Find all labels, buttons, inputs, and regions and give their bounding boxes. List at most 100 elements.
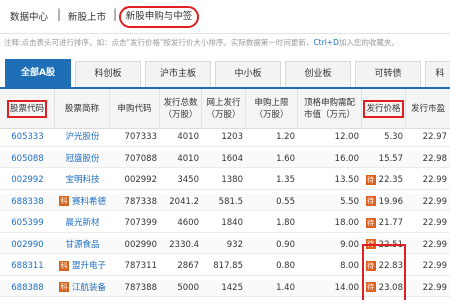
- column-header-online-issue[interactable]: 网上发行 （万股）: [202, 89, 246, 129]
- cell-online-issue: 1380: [202, 172, 246, 189]
- cell-online-issue-text: 581.5: [218, 196, 243, 207]
- cell-issue-pe-text: 22.99: [422, 239, 447, 250]
- cell-stock-name-text[interactable]: 赛科希德: [72, 197, 106, 207]
- cell-required-market-cap-text: 8.00: [340, 261, 359, 271]
- cell-total-issue: 2041.2: [160, 194, 202, 211]
- cell-subscribe-limit-text: 1.80: [276, 218, 295, 228]
- cell-stock-code[interactable]: 688338: [0, 194, 55, 211]
- column-header-subscribe-limit[interactable]: 申购上限 （万股）: [246, 89, 298, 129]
- cell-required-market-cap: 12.00: [298, 129, 362, 146]
- cell-total-issue: 3450: [160, 172, 202, 189]
- cell-required-market-cap-text: 5.50: [340, 196, 359, 207]
- cell-required-market-cap: 5.50: [298, 194, 362, 211]
- cell-subscribe-code: 002992: [110, 172, 160, 189]
- column-header-issue-pe[interactable]: 发行市盈: [406, 89, 450, 129]
- tab-all-a-shares[interactable]: 全部A股: [5, 59, 71, 87]
- market-tabs: 全部A股 科创板 沪市主板 中小板 创业板 可转债 科: [0, 57, 450, 87]
- column-header-stock-code[interactable]: 股票代码: [0, 89, 55, 129]
- cell-total-issue: 4600: [160, 215, 202, 232]
- cell-required-market-cap: 13.50: [298, 172, 362, 189]
- tab-sh-main-board[interactable]: 沪市主板: [145, 61, 211, 87]
- column-header-subscribe-code[interactable]: 申购代码: [110, 89, 160, 129]
- cell-stock-code-text[interactable]: 002992: [11, 175, 43, 185]
- cell-subscribe-limit: 0.55: [246, 194, 298, 211]
- cell-subscribe-limit-text: 1.20: [276, 132, 295, 142]
- cell-stock-name-text[interactable]: 晨光新材: [65, 218, 99, 228]
- breadcrumb-current-page: 新股申购与中签: [119, 6, 199, 28]
- cell-total-issue-text: 2867: [177, 261, 199, 271]
- cell-stock-code[interactable]: 688388: [0, 280, 55, 297]
- cell-stock-code[interactable]: 605399: [0, 215, 55, 232]
- tab-more[interactable]: 科: [425, 61, 450, 87]
- cell-total-issue-text: 4010: [177, 132, 199, 142]
- cell-stock-name-text[interactable]: 盟升电子: [72, 261, 106, 271]
- cell-subscribe-code: 707088: [110, 151, 160, 168]
- cell-stock-code[interactable]: 002992: [0, 172, 55, 189]
- tab-convertible-bonds[interactable]: 可转债: [355, 61, 421, 87]
- cell-subscribe-limit-text: 1.35: [276, 175, 295, 185]
- cell-required-market-cap: 16.00: [298, 151, 362, 168]
- tab-chinext[interactable]: 创业板: [285, 61, 351, 87]
- cell-stock-code[interactable]: 605333: [0, 129, 55, 146]
- column-header-issue-price[interactable]: 发行价格: [362, 89, 406, 129]
- cell-stock-code-text[interactable]: 605333: [11, 132, 43, 142]
- cell-stock-code-text[interactable]: 688311: [11, 261, 43, 271]
- cell-issue-pe: 22.99: [406, 258, 450, 275]
- cell-issue-price: 15.57: [362, 151, 406, 168]
- column-header-total-issue[interactable]: 发行总数 （万股）: [160, 89, 202, 129]
- cell-stock-code-text[interactable]: 688338: [11, 197, 43, 207]
- cell-issue-pe-text: 22.99: [422, 175, 447, 185]
- cell-stock-name[interactable]: 科赛科希德: [55, 194, 110, 211]
- cell-total-issue-text: 2041.2: [169, 196, 199, 207]
- cell-stock-code-text[interactable]: 688388: [11, 283, 43, 293]
- cell-stock-code-text[interactable]: 002990: [11, 240, 43, 250]
- cell-online-issue-text: 1425: [221, 282, 243, 293]
- cell-stock-name[interactable]: 晨光新材: [55, 215, 110, 232]
- cell-stock-code[interactable]: 688311: [0, 258, 55, 275]
- tab-star-market[interactable]: 科创板: [75, 61, 141, 87]
- cell-stock-name-text[interactable]: 冠盛股份: [65, 154, 99, 164]
- ipo-table: 股票代码 股票简称 申购代码 发行总数 （万股） 网上发行 （万股） 申购上限 …: [0, 87, 450, 300]
- cell-stock-name[interactable]: 沪光股份: [55, 129, 110, 146]
- cell-total-issue-text: 4010: [177, 153, 199, 164]
- cell-issue-pe: 22.99: [406, 237, 450, 254]
- cell-stock-code[interactable]: 002990: [0, 237, 55, 254]
- breadcrumb-item-new-listing[interactable]: 新股上市: [68, 9, 106, 23]
- cell-subscribe-limit: 1.80: [246, 215, 298, 232]
- table-row: 002992 宝明科技 002992 3450 1380 1.35 13.50 待 22.35 2…: [0, 172, 450, 190]
- cell-online-issue: 1840: [202, 215, 246, 232]
- cell-total-issue: 2330.4: [160, 237, 202, 254]
- cell-issue-price: 待 22.35: [362, 172, 406, 189]
- cell-issue-pe-text: 22.99: [422, 218, 447, 228]
- cell-stock-name[interactable]: 甘源食品: [55, 237, 110, 254]
- cell-required-market-cap: 18.00: [298, 215, 362, 232]
- cell-subscribe-code-text: 787388: [124, 282, 157, 293]
- cell-stock-name-text[interactable]: 甘源食品: [65, 240, 99, 250]
- cell-stock-code-text[interactable]: 605088: [11, 154, 43, 164]
- cell-stock-name[interactable]: 宝明科技: [55, 172, 110, 189]
- table-row: 605399 晨光新材 707399 4600 1840 1.80 18.00 待 21.77 2…: [0, 215, 450, 233]
- cell-stock-name[interactable]: 科江航装备: [55, 280, 110, 297]
- price-highlight-box: [362, 244, 406, 300]
- cell-stock-name-text[interactable]: 沪光股份: [65, 132, 99, 142]
- note-shortcut: Ctrl+D: [313, 38, 339, 47]
- cell-online-issue: 1203: [202, 129, 246, 146]
- cell-subscribe-code: 787338: [110, 194, 160, 211]
- cell-stock-name[interactable]: 冠盛股份: [55, 151, 110, 168]
- cell-stock-name-text[interactable]: 江航装备: [72, 283, 106, 293]
- cell-subscribe-code-text: 787311: [124, 261, 157, 271]
- cell-issue-pe: 22.99: [406, 280, 450, 297]
- column-header-required-market-cap[interactable]: 顶格申购需配 市值（万元）: [298, 89, 362, 129]
- column-header-stock-name[interactable]: 股票简称: [55, 89, 110, 129]
- cell-subscribe-code: 787311: [110, 258, 160, 275]
- cell-stock-code-text[interactable]: 605399: [11, 218, 43, 228]
- cell-total-issue: 2867: [160, 258, 202, 275]
- cell-stock-name-text[interactable]: 宝明科技: [65, 175, 99, 185]
- cell-subscribe-limit: 1.20: [246, 129, 298, 146]
- cell-stock-name[interactable]: 科盟升电子: [55, 258, 110, 275]
- breadcrumb-item-data-center[interactable]: 数据中心: [10, 9, 48, 23]
- tab-sme-board[interactable]: 中小板: [215, 61, 281, 87]
- table-row: 688338 科赛科希德 787338 2041.2 581.5 0.55 5.50 待 19.…: [0, 193, 450, 211]
- cell-subscribe-limit: 1.40: [246, 280, 298, 297]
- cell-stock-code[interactable]: 605088: [0, 151, 55, 168]
